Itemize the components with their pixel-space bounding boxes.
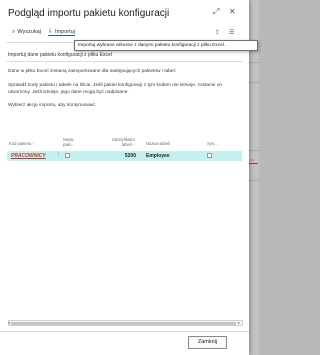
search-label: Wyszukaj	[17, 29, 41, 35]
footer-divider	[0, 331, 249, 332]
section-divider	[6, 61, 243, 62]
row-menu-icon[interactable]: ⋮	[56, 152, 61, 158]
scroll-right-icon[interactable]: ▸	[238, 320, 240, 325]
import-tooltip: Importuj wybrane arkusze z danymi pakiet…	[74, 40, 258, 51]
new-package-checkbox[interactable]	[65, 153, 70, 158]
share-icon[interactable]: ⇪	[215, 29, 220, 36]
close-button[interactable]: Zamknij	[188, 336, 227, 349]
search-icon: ⌕	[12, 29, 16, 35]
package-code-link[interactable]: PRACOWNICY	[11, 153, 46, 159]
review-text: Sprawdź kody pakietu i tabele na liście.…	[8, 83, 223, 95]
col-header-code[interactable]: Kod pakietu ↑	[9, 141, 34, 146]
table-name-cell: Employee	[146, 153, 170, 159]
import-label: Importuj	[55, 29, 75, 35]
col-header-sync[interactable]: Syn...	[207, 141, 218, 146]
horizontal-scrollbar[interactable]: ◂ ▸	[8, 320, 243, 326]
import-button[interactable]: ⇩ Importuj	[48, 29, 75, 36]
filter-list-icon[interactable]: ☰	[229, 29, 234, 36]
section-header: Importuj dane pakietu konfiguracji z pli…	[8, 52, 112, 58]
info-text: Dane w pliku Excel zostaną zaimportowane…	[8, 69, 176, 74]
import-preview-dialog: Podgląd importu pakietu konfiguracji ⤢ ✕…	[0, 0, 249, 355]
table-id-cell: 5200	[124, 153, 136, 159]
instruction-text: Wybierz akcję importu, aby kontynuować.	[8, 103, 97, 108]
dialog-title: Podgląd importu pakietu konfiguracji	[8, 8, 170, 19]
scrollbar-thumb[interactable]	[11, 322, 236, 325]
search-button[interactable]: ⌕ Wyszukaj	[12, 29, 41, 35]
col-header-table-id[interactable]: Identyfikator tabeli ↑	[107, 137, 135, 147]
scroll-left-icon[interactable]: ◂	[8, 320, 10, 325]
close-icon[interactable]: ✕	[229, 7, 236, 17]
sync-checkbox[interactable]	[207, 153, 212, 158]
table-row[interactable]: PRACOWNICY ⋮ 5200 Employee	[7, 151, 242, 161]
import-icon: ⇩	[48, 29, 54, 35]
expand-icon[interactable]: ⤢	[213, 7, 219, 17]
col-header-new-package[interactable]: Nowy paki...	[63, 137, 79, 147]
col-header-table-name[interactable]: Nazwa tabeli	[146, 141, 170, 146]
